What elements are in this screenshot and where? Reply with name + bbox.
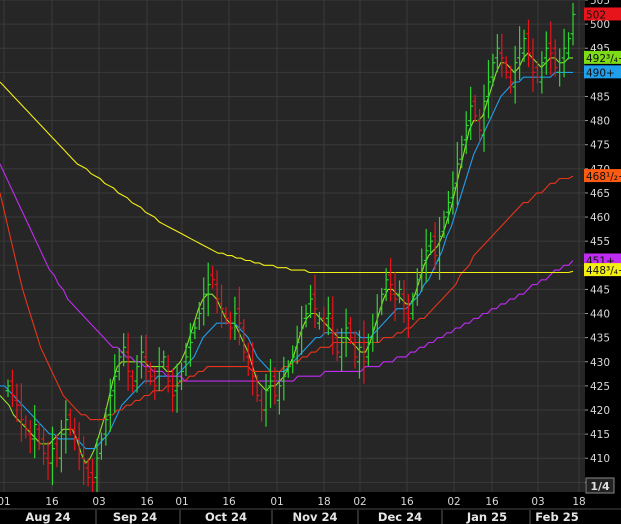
x-tick-label: 16 — [140, 496, 154, 508]
x-tick-label: 01 — [0, 496, 11, 508]
price-tag-label: 490+ — [586, 67, 615, 79]
y-tick-label: 420 — [590, 405, 610, 417]
y-tick-label: 430 — [590, 357, 610, 369]
y-tick-label: 415 — [590, 429, 610, 441]
price-tag-label: 492³/₄+ — [586, 53, 621, 65]
x-tick-label: 03 — [92, 496, 105, 508]
y-tick-label: 485 — [590, 91, 610, 103]
price-tag-label: 468¹/₂+ — [586, 171, 621, 183]
y-tick-label: 445 — [590, 284, 610, 296]
y-tick-label: 505 — [590, 0, 610, 7]
y-tick-label: 410 — [590, 453, 610, 465]
month-label: Feb 25 — [535, 510, 578, 524]
y-tick-label: 440 — [590, 309, 610, 321]
price-tag: 490+ — [584, 65, 621, 79]
price-tag: 448³/₄+ — [584, 263, 621, 277]
y-tick-label: 460 — [590, 212, 610, 224]
x-tick-label: 01 — [270, 496, 283, 508]
x-tick-label: 16 — [485, 496, 499, 508]
x-tick-label: 02 — [353, 496, 366, 508]
month-label: Dec 24 — [378, 510, 422, 524]
y-tick-label: 475 — [590, 140, 610, 152]
price-tag: 468¹/₂+ — [584, 169, 621, 183]
price-chart: 4054104154204254304354404454504554604654… — [0, 0, 621, 524]
x-tick-label: 02 — [447, 496, 460, 508]
month-label: Jan 25 — [466, 510, 507, 524]
month-label: Nov 24 — [292, 510, 337, 524]
y-tick-label: 455 — [590, 236, 610, 248]
price-tag: 502 — [584, 7, 621, 21]
month-label: Sep 24 — [113, 510, 157, 524]
price-tag-label: 448³/₄+ — [586, 265, 621, 277]
x-tick-label: 18 — [572, 496, 585, 508]
x-tick-label: 16 — [45, 496, 59, 508]
y-tick-label: 465 — [590, 188, 610, 200]
y-tick-label: 435 — [590, 333, 610, 345]
x-tick-label: 16 — [222, 496, 236, 508]
x-tick-label: 01 — [175, 496, 188, 508]
x-tick-label: 16 — [400, 496, 414, 508]
price-tag-label: 502 — [586, 9, 606, 21]
month-label: Oct 24 — [205, 510, 247, 524]
corner-label[interactable]: 1/4 — [590, 480, 610, 493]
y-tick-label: 480 — [590, 116, 610, 128]
plot-background — [0, 0, 621, 524]
price-tag: 492³/₄+ — [584, 50, 621, 65]
chart-window: 4054104154204254304354404454504554604654… — [0, 0, 621, 524]
x-tick-label: 18 — [317, 496, 330, 508]
x-tick-label: 03 — [531, 496, 544, 508]
month-label: Aug 24 — [25, 510, 70, 524]
y-tick-label: 425 — [590, 381, 610, 393]
